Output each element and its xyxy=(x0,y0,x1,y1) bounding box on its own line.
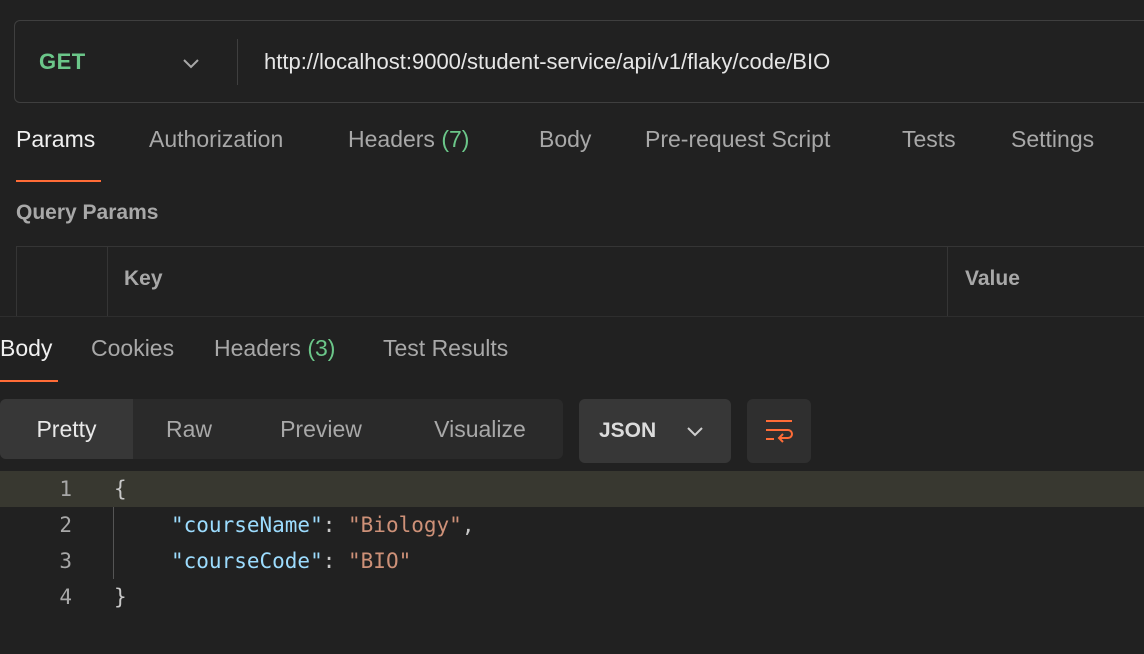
active-tab-indicator xyxy=(0,380,58,382)
language-select[interactable]: JSON xyxy=(579,399,731,463)
code-line: 3 "courseCode": "BIO" xyxy=(0,543,1144,579)
request-bar: GET http://localhost:9000/student-servic… xyxy=(14,20,1144,103)
key-header: Key xyxy=(124,267,163,290)
indent-guide xyxy=(113,507,114,579)
params-table: Key Value xyxy=(16,246,1144,318)
code-text: } xyxy=(114,585,127,609)
tab-label: Authorization xyxy=(149,126,284,152)
visualize-button[interactable]: Visualize xyxy=(397,399,563,459)
code-text: { xyxy=(114,477,127,501)
tab-label: Settings xyxy=(1011,126,1095,152)
json-separator: : xyxy=(322,549,349,573)
tab-label: Body xyxy=(0,335,53,361)
code-text: "courseName": "Biology", xyxy=(171,513,474,537)
wrap-lines-button[interactable] xyxy=(747,399,811,463)
code-text: "courseCode": "BIO" xyxy=(171,549,411,573)
code-line: 1 { xyxy=(0,471,1144,507)
params-check-column xyxy=(17,247,108,318)
tab-settings[interactable]: Settings xyxy=(1011,126,1094,182)
tab-tests[interactable]: Tests xyxy=(902,126,956,182)
tab-count: (7) xyxy=(441,126,470,152)
request-tabs: Params Authorization Headers (7) Body Pr… xyxy=(0,126,1144,182)
code-line: 2 "courseName": "Biology", xyxy=(0,507,1144,543)
tab-label: Cookies xyxy=(91,335,175,361)
json-comma: , xyxy=(461,513,475,537)
json-value: "BIO" xyxy=(348,549,412,573)
format-toggle-group: Pretty Raw Preview Visualize xyxy=(0,399,563,459)
resp-tab-cookies[interactable]: Cookies xyxy=(91,335,174,381)
tab-authorization[interactable]: Authorization xyxy=(149,126,283,182)
active-tab-indicator xyxy=(16,180,101,182)
resp-tab-body[interactable]: Body xyxy=(0,335,52,381)
tab-body[interactable]: Body xyxy=(539,126,591,182)
query-params-title: Query Params xyxy=(16,201,159,224)
tab-label: Headers xyxy=(348,126,442,152)
json-key: "courseName" xyxy=(171,513,323,537)
language-label: JSON xyxy=(599,419,657,442)
url-input[interactable]: http://localhost:9000/student-service/ap… xyxy=(238,49,830,75)
value-header: Value xyxy=(965,267,1020,290)
resp-tab-test-results[interactable]: Test Results xyxy=(383,335,508,381)
line-number: 3 xyxy=(59,549,72,573)
pretty-button[interactable]: Pretty xyxy=(0,399,133,459)
tab-params[interactable]: Params xyxy=(16,126,95,182)
params-value-column: Value xyxy=(948,247,1144,318)
tab-count: (3) xyxy=(307,335,336,361)
response-body-editor[interactable]: 1 { 2 "courseName": "Biology", 3 "course… xyxy=(0,471,1144,654)
tab-label: Body xyxy=(539,126,592,152)
tab-label: Params xyxy=(16,126,96,152)
json-value: "Biology" xyxy=(348,513,462,537)
tab-label: Headers xyxy=(214,335,308,361)
chevron-down-icon xyxy=(687,427,703,437)
wrap-lines-icon xyxy=(766,420,793,443)
params-key-column: Key xyxy=(108,247,948,318)
method-label: GET xyxy=(39,48,86,74)
tab-label: Pre-request Script xyxy=(645,126,831,152)
response-tabs: Body Cookies Headers (3) Test Results xyxy=(0,317,1144,383)
line-number: 1 xyxy=(59,477,72,501)
method-select[interactable]: GET xyxy=(15,21,237,102)
tab-headers[interactable]: Headers (7) xyxy=(348,126,469,182)
tab-pre-request-script[interactable]: Pre-request Script xyxy=(645,126,830,182)
tab-label: Tests xyxy=(902,126,956,152)
preview-button[interactable]: Preview xyxy=(245,399,397,459)
chevron-down-icon xyxy=(183,59,199,69)
response-panel: Body Cookies Headers (3) Test Results Pr… xyxy=(0,316,1144,654)
raw-button[interactable]: Raw xyxy=(133,399,245,459)
json-separator: : xyxy=(322,513,349,537)
line-number: 2 xyxy=(59,513,72,537)
json-key: "courseCode" xyxy=(171,549,323,573)
code-line: 4 } xyxy=(0,579,1144,615)
tab-label: Test Results xyxy=(383,335,509,361)
resp-tab-headers[interactable]: Headers (3) xyxy=(214,335,335,381)
line-number: 4 xyxy=(59,585,72,609)
